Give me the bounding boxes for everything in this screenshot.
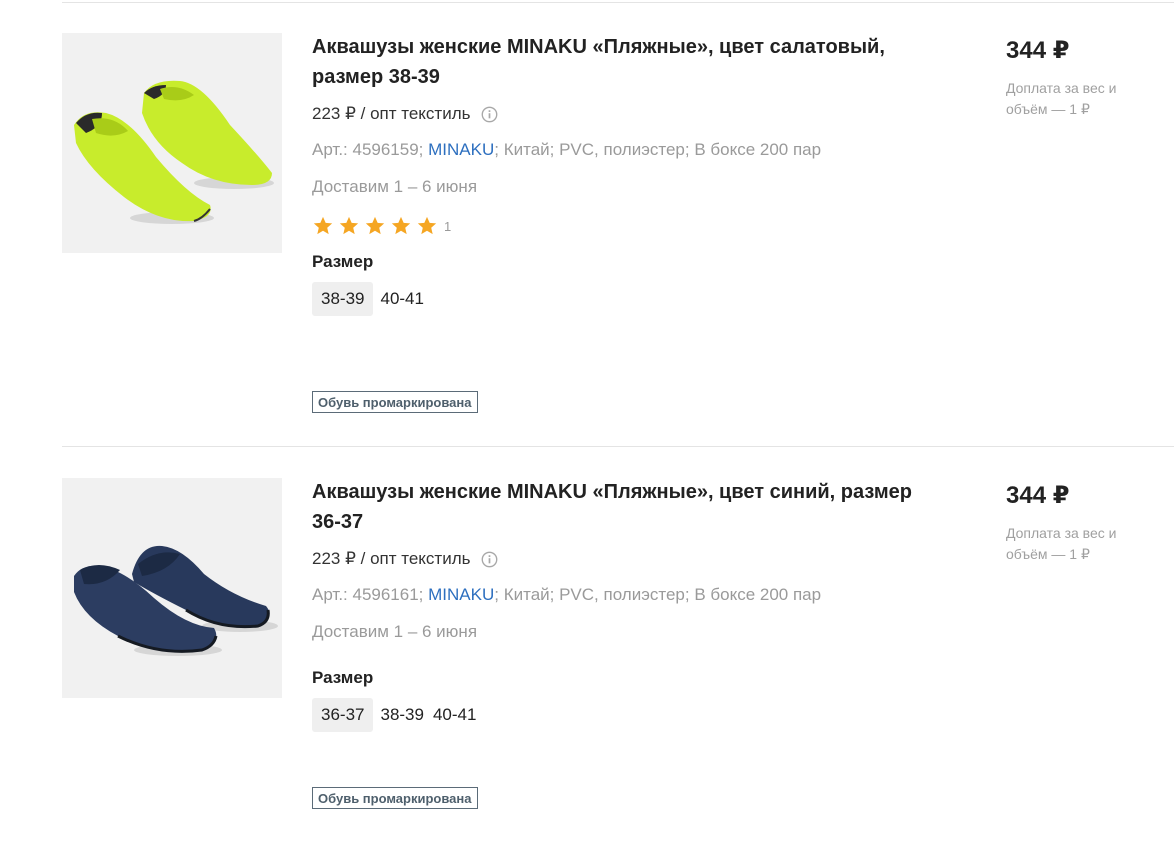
star-icon <box>364 215 386 237</box>
product-image[interactable] <box>62 478 282 698</box>
size-option-selected[interactable]: 36-37 <box>312 698 374 732</box>
price: 344 ₽ <box>1006 37 1070 64</box>
article-info: Арт.: 4596159; <box>312 140 429 159</box>
product-title[interactable]: Аквашузы женские MINAKU «Пляжные», цвет … <box>312 32 912 92</box>
product-info: Аквашузы женские MINAKU «Пляжные», цвет … <box>312 32 952 316</box>
size-label: Размер <box>312 668 374 687</box>
product-card: Аквашузы женские MINAKU «Пляжные», цвет … <box>0 445 1174 865</box>
price-column: 344 ₽ Доплата за вес и объём — 1 ₽ <box>1006 36 1156 120</box>
star-icon <box>338 215 360 237</box>
info-circle-icon[interactable] <box>481 551 498 568</box>
size-label: Размер <box>312 252 374 271</box>
star-icon <box>312 215 334 237</box>
product-details: Арт.: 4596159; MINAKU; Китай; PVC, полиэ… <box>312 140 952 162</box>
unit-price: 223 ₽ / опт текстиль <box>312 549 471 568</box>
marked-badge: Обувь промаркирована <box>312 787 478 809</box>
product-list: Аквашузы женские MINAKU «Пляжные», цвет … <box>0 0 1174 824</box>
unit-price: 223 ₽ / опт текстиль <box>312 104 471 123</box>
size-option[interactable]: 40-41 <box>373 282 430 316</box>
shoe-image-lime <box>62 33 282 253</box>
size-option[interactable]: 38-39 <box>373 698 430 732</box>
surcharge-note: Доплата за вес и объём — 1 ₽ <box>1006 80 1117 117</box>
unit-price-row: 223 ₽ / опт текстиль <box>312 548 952 570</box>
review-count[interactable]: 1 <box>444 219 451 234</box>
product-title[interactable]: Аквашузы женские MINAKU «Пляжные», цвет … <box>312 477 912 537</box>
product-attributes: ; Китай; PVC, полиэстер; В боксе 200 пар <box>494 585 822 604</box>
info-circle-icon[interactable] <box>481 106 498 123</box>
delivery-date: Доставим 1 – 6 июня <box>312 622 478 641</box>
star-icon <box>416 215 438 237</box>
star-icon <box>390 215 412 237</box>
product-image[interactable] <box>62 33 282 253</box>
price: 344 ₽ <box>1006 482 1070 509</box>
size-selector: 36-37 38-39 40-41 <box>312 698 952 732</box>
size-option[interactable]: 40-41 <box>431 698 483 732</box>
size-selector: 38-39 40-41 <box>312 282 952 316</box>
brand-link[interactable]: MINAKU <box>428 140 494 159</box>
rating[interactable]: 1 <box>312 214 952 238</box>
surcharge-note: Доплата за вес и объём — 1 ₽ <box>1006 525 1117 562</box>
product-info: Аквашузы женские MINAKU «Пляжные», цвет … <box>312 477 952 732</box>
size-option-selected[interactable]: 38-39 <box>312 282 374 316</box>
product-card: Аквашузы женские MINAKU «Пляжные», цвет … <box>0 0 1174 420</box>
product-details: Арт.: 4596161; MINAKU; Китай; PVC, полиэ… <box>312 585 952 607</box>
marked-badge: Обувь промаркирована <box>312 391 478 413</box>
delivery-date: Доставим 1 – 6 июня <box>312 177 478 196</box>
brand-link[interactable]: MINAKU <box>428 585 494 604</box>
article-info: Арт.: 4596161; <box>312 585 429 604</box>
unit-price-row: 223 ₽ / опт текстиль <box>312 103 952 125</box>
price-column: 344 ₽ Доплата за вес и объём — 1 ₽ <box>1006 481 1156 565</box>
product-attributes: ; Китай; PVC, полиэстер; В боксе 200 пар <box>494 140 822 159</box>
shoe-image-navy <box>62 478 282 698</box>
